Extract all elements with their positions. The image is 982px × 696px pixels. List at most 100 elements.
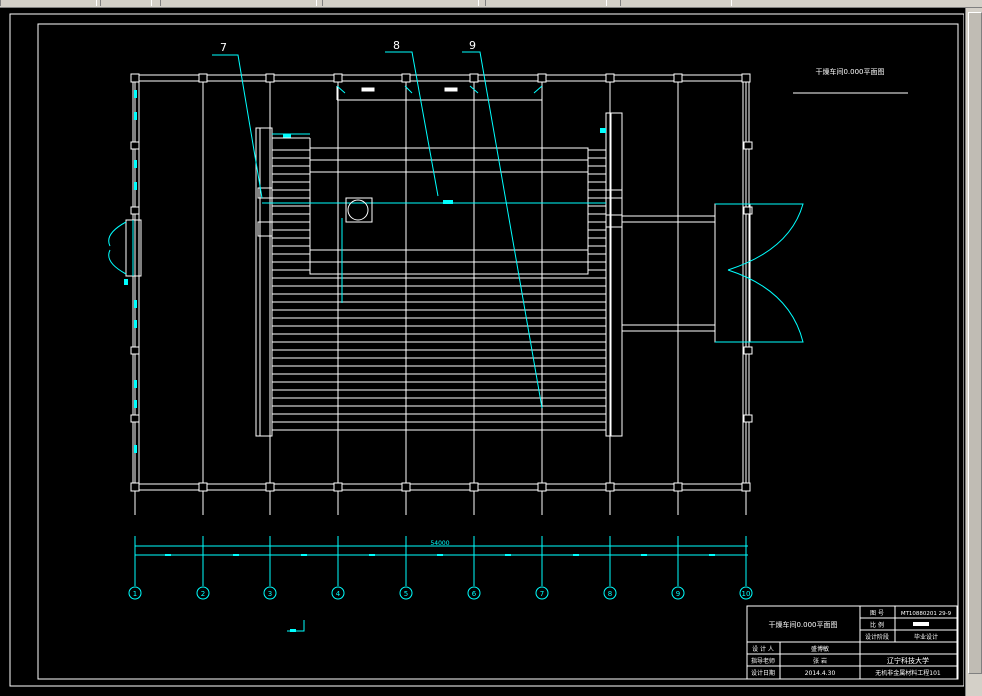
right-column-mark [600, 128, 606, 133]
building-walls [132, 74, 750, 491]
column [401, 73, 411, 83]
window-mark [134, 112, 137, 120]
dimension-tick [641, 554, 647, 556]
column [130, 73, 140, 83]
dimension-tick [573, 554, 579, 556]
dryer-cyan-lines [262, 133, 606, 223]
toolbar-segment[interactable] [0, 0, 97, 6]
window-mark [134, 400, 137, 408]
east-door-swing [715, 203, 804, 343]
callout-8: 8 [393, 39, 400, 52]
toolbar-segment[interactable] [620, 0, 732, 6]
tb-scale-bar [913, 622, 929, 626]
window-mark [134, 90, 137, 98]
overall-dimension: 54000 [430, 540, 449, 547]
dimension-tick [437, 554, 443, 556]
tb-label-scale: 比 例 [870, 621, 884, 629]
column [673, 73, 683, 83]
left-column-mark [283, 134, 291, 138]
column [130, 206, 140, 215]
callout-7: 7 [220, 41, 227, 54]
toolbar-segment[interactable] [322, 0, 479, 6]
tb-label-advisor: 指导老师 [751, 657, 775, 665]
axis-label: 3 [268, 590, 272, 598]
right-equipment-column [605, 112, 623, 437]
east-annex [622, 203, 751, 343]
column [333, 482, 343, 492]
tb-label-designer: 设 计 人 [752, 645, 774, 653]
inner-frame [37, 23, 959, 680]
cad-drawing-canvas[interactable]: 7 8 9 干燥车间0.000平面图 54000 1 2 3 4 5 6 7 8 9 10 干燥车… [0, 8, 964, 696]
axis-label: 10 [742, 590, 751, 598]
dimension-tick [301, 554, 307, 556]
column [469, 482, 479, 492]
toolbar-segment[interactable] [485, 0, 607, 6]
orientation-mark-fill [290, 629, 296, 632]
plan-title: 干燥车间0.000平面图 [815, 67, 884, 76]
vertical-scrollbar[interactable] [965, 8, 982, 696]
column [673, 482, 683, 492]
axis-label: 2 [201, 590, 205, 598]
dryer-lines [272, 149, 606, 431]
grid-lines [133, 74, 749, 515]
column-markers [130, 73, 753, 492]
tb-class: 无机非金属材料工程101 [875, 669, 941, 677]
tb-university: 辽宁科技大学 [887, 656, 929, 665]
window-mark [134, 160, 137, 168]
column [743, 346, 753, 355]
door-mark [124, 279, 128, 285]
column [605, 73, 615, 83]
dimension-tick [233, 554, 239, 556]
column [333, 73, 343, 83]
dimension-line [135, 545, 748, 556]
column [401, 482, 411, 492]
dimension-tick [709, 554, 715, 556]
tb-label-stage: 设计阶段 [865, 633, 889, 641]
toolbar-strip [0, 0, 982, 8]
axis-label: 4 [336, 590, 341, 598]
window-mark [134, 182, 137, 190]
column [741, 482, 751, 492]
axis-bubbles: 1 2 3 4 5 6 7 8 9 10 [128, 586, 753, 600]
axis-label: 8 [608, 590, 612, 598]
window-mark [134, 320, 137, 328]
top-niche [336, 86, 543, 101]
callout-leaders [212, 51, 543, 409]
tb-value-advisor: 张 岩 [813, 657, 827, 665]
column [537, 482, 547, 492]
dimension-tick [165, 554, 171, 556]
column [537, 73, 547, 83]
tb-value-stage: 毕业设计 [914, 633, 938, 641]
title-block-plan-name: 干燥车间0.000平面图 [768, 620, 837, 629]
tb-value-date: 2014.4.30 [805, 670, 836, 677]
window-mark [134, 300, 137, 308]
center-mark [443, 200, 453, 204]
axis-label: 6 [472, 590, 477, 598]
column [743, 141, 753, 150]
tb-value-drawing-no: MT10880201 29-9 [901, 611, 952, 617]
column [130, 414, 140, 423]
column [130, 141, 140, 150]
toolbar-segment[interactable] [100, 0, 152, 6]
column [741, 73, 751, 83]
dimension-tick [505, 554, 511, 556]
scrollbar-thumb[interactable] [968, 12, 982, 674]
callout-9: 9 [469, 39, 476, 52]
column [469, 73, 479, 83]
window-mark [134, 445, 137, 453]
column [605, 482, 615, 492]
axis-label: 5 [404, 590, 408, 598]
toolbar-segment[interactable] [160, 0, 317, 6]
column [743, 414, 753, 423]
dryer-body [272, 137, 589, 275]
west-door [108, 219, 142, 277]
column [130, 346, 140, 355]
column [198, 482, 208, 492]
tb-value-designer: 盛博敏 [811, 645, 829, 653]
column [265, 482, 275, 492]
axis-label: 9 [676, 590, 680, 598]
axis-label: 7 [540, 590, 544, 598]
dimension-tick [369, 554, 375, 556]
column [265, 73, 275, 83]
tb-label-drawing-no: 图 号 [870, 610, 884, 617]
